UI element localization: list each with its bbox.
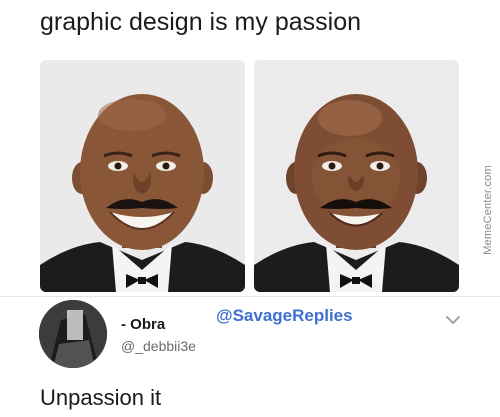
tweet-author-handle[interactable]: @_debbii3e — [121, 338, 196, 354]
tweet-author-name[interactable]: - Obra — [121, 316, 165, 333]
original-portrait-image — [40, 60, 245, 292]
watermark: MemeCenter.com — [482, 165, 494, 255]
avatar[interactable] — [39, 300, 107, 368]
divider — [0, 296, 500, 297]
chevron-down-icon[interactable] — [446, 312, 460, 324]
edited-portrait-image — [254, 60, 459, 292]
meme-caption: graphic design is my passion — [40, 8, 361, 36]
savage-replies-tag: @SavageReplies — [216, 306, 353, 325]
reply-text: Unpassion it — [40, 385, 162, 410]
